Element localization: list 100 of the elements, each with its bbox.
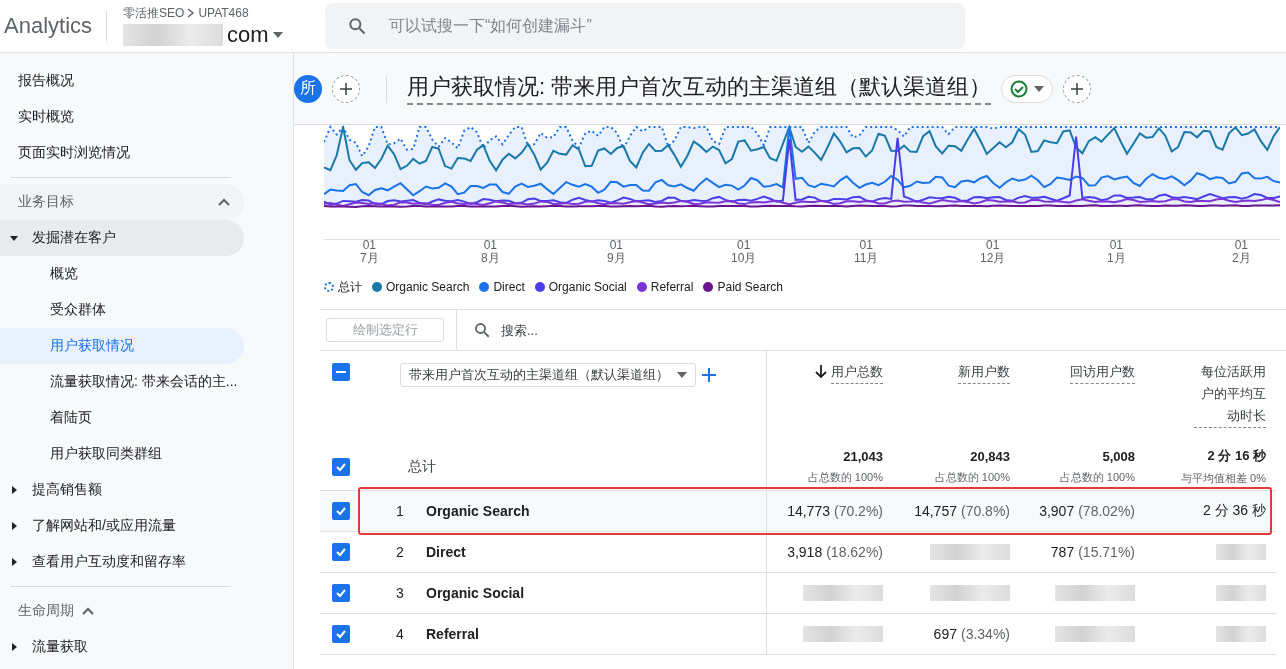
axis-label: 01 12月 — [980, 239, 1006, 265]
sidebar-item[interactable]: 受众群体 — [0, 292, 244, 328]
account-breadcrumb[interactable]: 零活推SEO — [123, 4, 185, 22]
row-name[interactable]: Organic Search — [426, 503, 530, 519]
check-circle-icon — [1010, 79, 1029, 98]
check-icon — [335, 628, 347, 640]
sidebar-item[interactable]: 用户获取情况 — [0, 328, 244, 364]
row-checkbox[interactable] — [332, 457, 350, 476]
table-cell: 3,918 (18.62%) — [787, 544, 883, 560]
sidebar-item[interactable]: 实时概览 — [0, 99, 244, 135]
section-title: 生命周期 — [18, 602, 74, 620]
minus-icon — [336, 371, 346, 373]
search-icon — [347, 16, 368, 36]
legend-label: Organic Search — [386, 280, 470, 294]
row-name[interactable]: Organic Social — [426, 585, 525, 601]
axis-label: 01 7月 — [360, 239, 379, 265]
table-cell: 14,773 (70.2%) — [787, 503, 883, 519]
table-cell: 3,907 (78.02%) — [1039, 503, 1135, 519]
axis-label: 01 10月 — [731, 239, 757, 265]
row-checkbox[interactable] — [332, 502, 350, 520]
sidebar-item[interactable]: 报告概况 — [0, 63, 244, 99]
legend-label: 总计 — [338, 278, 362, 296]
sidebar-item[interactable]: 概览 — [0, 256, 244, 292]
account-name[interactable]: UPAT468 — [198, 6, 249, 20]
check-icon — [335, 587, 347, 599]
row-index: 1 — [395, 503, 405, 519]
table-cell: 697 (3.34%) — [933, 626, 1010, 642]
total-note: 占总数的 100% — [1059, 469, 1135, 485]
row-checkbox[interactable] — [332, 625, 350, 643]
legend-label: Referral — [650, 280, 694, 294]
table-cell: 787 (15.71%) — [1050, 544, 1135, 560]
sidebar-group[interactable]: 了解网站和/或应用流量 — [0, 508, 244, 544]
caret-right-icon — [10, 522, 18, 530]
axis-label: 01 1月 — [1107, 239, 1126, 265]
table-cell: 14,757 (70.8%) — [914, 503, 1010, 519]
sidebar-item[interactable]: 着陆页 — [0, 400, 244, 436]
column-header[interactable]: 每位活跃用户的平均互动时长 — [1194, 361, 1266, 428]
group-label: 提高销售额 — [32, 481, 102, 499]
column-header[interactable]: 用户总数 — [831, 361, 883, 384]
column-header[interactable]: 新用户数 — [958, 361, 1010, 384]
add-button[interactable] — [1063, 74, 1092, 103]
total-value: 21,043 — [843, 448, 883, 464]
redacted-block — [1216, 544, 1266, 560]
report-title: 用户获取情况: 带来用户首次互动的主渠道组（默认渠道组） — [407, 72, 992, 105]
axis-label: 01 9月 — [607, 239, 626, 265]
row-name[interactable]: Direct — [426, 544, 466, 560]
caret-right-icon — [10, 558, 18, 566]
chevron-right-icon — [187, 8, 196, 18]
caret-right-icon — [10, 486, 18, 494]
dimension-dropdown[interactable]: 带来用户首次互动的主渠道组（默认渠道组） — [400, 363, 696, 387]
sidebar-section[interactable]: 业务目标 — [0, 184, 244, 220]
status-dropdown[interactable] — [1001, 74, 1054, 103]
sidebar-item[interactable]: 用户获取同类群组 — [0, 436, 244, 472]
row-index: 3 — [395, 585, 405, 601]
table-cell: 2 分 36 秒 — [1202, 502, 1266, 520]
group-label: 流量获取 — [32, 638, 88, 656]
row-checkbox[interactable] — [332, 584, 350, 602]
search-icon — [473, 321, 491, 339]
total-note: 占总数的 100% — [934, 469, 1010, 485]
caret-icon — [1034, 85, 1045, 92]
search-field[interactable]: 可以试搜一下“如何创建漏斗” — [325, 3, 966, 49]
totals-label: 总计 — [407, 457, 436, 476]
sidebar-group[interactable]: 提高销售额 — [0, 472, 244, 508]
legend-label: Direct — [493, 280, 525, 294]
product-name: Analytics — [0, 11, 108, 41]
axis-label: 01 8月 — [481, 239, 500, 265]
total-value: 5,008 — [1102, 448, 1135, 464]
row-index: 2 — [395, 544, 405, 560]
sidebar-group[interactable]: 查看用户互动度和留存率 — [0, 544, 244, 580]
select-all-checkbox[interactable] — [332, 363, 350, 381]
column-header[interactable]: 回访用户数 — [1070, 361, 1135, 384]
sidebar-group[interactable]: 发掘潜在客户 — [0, 220, 244, 256]
group-label: 查看用户互动度和留存率 — [32, 553, 186, 571]
comparison-badge[interactable]: 所 — [294, 74, 322, 103]
legend-label: Paid Search — [717, 280, 783, 294]
chevron-up-icon — [218, 198, 230, 206]
caret-icon — [272, 31, 283, 38]
sidebar-group[interactable]: 流量获取 — [0, 629, 244, 665]
plus-icon — [340, 82, 352, 95]
axis-label: 01 2月 — [1232, 239, 1251, 265]
redacted-block — [1216, 626, 1266, 642]
row-checkbox[interactable] — [332, 543, 350, 561]
axis-label: 01 11月 — [854, 239, 879, 265]
row-name[interactable]: Referral — [426, 626, 479, 642]
sidebar-item[interactable]: 页面实时浏览情况 — [0, 135, 244, 171]
caret-icon — [677, 372, 687, 378]
sidebar-item[interactable]: 流量获取情况: 带来会话的主... — [0, 364, 244, 400]
sidebar-section[interactable]: 生命周期 — [0, 593, 244, 629]
redacted-block — [1216, 585, 1266, 601]
section-title: 业务目标 — [18, 193, 74, 211]
check-icon — [335, 546, 347, 558]
legend-label: Organic Social — [548, 280, 627, 294]
total-value: 20,843 — [970, 448, 1010, 464]
group-label: 了解网站和/或应用流量 — [32, 517, 176, 535]
total-value: 2 分 16 秒 — [1207, 447, 1266, 465]
check-icon — [335, 505, 347, 517]
add-comparison-button[interactable] — [332, 74, 360, 103]
plus-icon[interactable] — [702, 368, 716, 382]
property-selector[interactable]: com — [123, 21, 304, 48]
plus-icon — [1071, 82, 1084, 95]
